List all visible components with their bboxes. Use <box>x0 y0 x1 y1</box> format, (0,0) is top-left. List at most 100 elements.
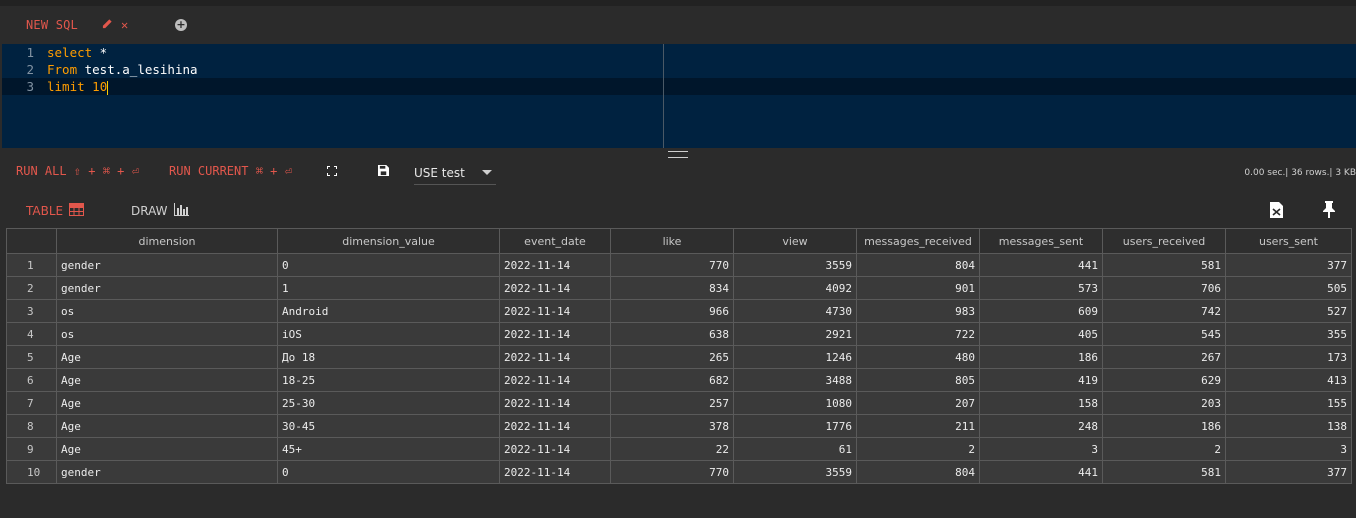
event-date-cell[interactable]: 2022-11-14 <box>499 460 611 484</box>
dimension-value-cell[interactable]: 18-25 <box>277 368 500 392</box>
users-received-cell[interactable]: 629 <box>1102 368 1226 392</box>
column-header-event-date[interactable]: event_date <box>499 228 611 254</box>
messages-received-cell[interactable]: 722 <box>856 322 980 346</box>
close-icon[interactable]: ✕ <box>121 18 128 32</box>
editor-line-3[interactable]: 3 limit 10 <box>2 78 1356 95</box>
resize-handle[interactable] <box>668 151 688 158</box>
view-cell[interactable]: 1246 <box>733 345 857 369</box>
table-row[interactable]: 7 Age 25-30 2022-11-14 257 1080 207 158 203 155 <box>6 391 1352 415</box>
messages-received-cell[interactable]: 207 <box>856 391 980 415</box>
row-index[interactable]: 4 <box>6 322 57 346</box>
users-sent-cell[interactable]: 155 <box>1225 391 1352 415</box>
draw-view-button[interactable]: DRAW <box>131 203 189 219</box>
column-header-messages-sent[interactable]: messages_sent <box>979 228 1103 254</box>
messages-received-cell[interactable]: 804 <box>856 460 980 484</box>
like-cell[interactable]: 770 <box>610 460 734 484</box>
view-cell[interactable]: 1080 <box>733 391 857 415</box>
users-received-cell[interactable]: 267 <box>1102 345 1226 369</box>
like-cell[interactable]: 257 <box>610 391 734 415</box>
messages-sent-cell[interactable]: 158 <box>979 391 1103 415</box>
table-row[interactable]: 6 Age 18-25 2022-11-14 682 3488 805 419 629 413 <box>6 368 1352 392</box>
column-header-users-received[interactable]: users_received <box>1102 228 1226 254</box>
event-date-cell[interactable]: 2022-11-14 <box>499 414 611 438</box>
event-date-cell[interactable]: 2022-11-14 <box>499 391 611 415</box>
table-row[interactable]: 3 os Android 2022-11-14 966 4730 983 609 742 527 <box>6 299 1352 323</box>
event-date-cell[interactable]: 2022-11-14 <box>499 322 611 346</box>
table-row[interactable]: 8 Age 30-45 2022-11-14 378 1776 211 248 186 138 <box>6 414 1352 438</box>
view-cell[interactable]: 3488 <box>733 368 857 392</box>
view-cell[interactable]: 2921 <box>733 322 857 346</box>
dimension-value-cell[interactable]: 1 <box>277 276 500 300</box>
row-index[interactable]: 8 <box>6 414 57 438</box>
messages-received-cell[interactable]: 983 <box>856 299 980 323</box>
users-sent-cell[interactable]: 377 <box>1225 460 1352 484</box>
like-cell[interactable]: 378 <box>610 414 734 438</box>
table-row[interactable]: 2 gender 1 2022-11-14 834 4092 901 573 706 505 <box>6 276 1352 300</box>
messages-received-cell[interactable]: 211 <box>856 414 980 438</box>
view-cell[interactable]: 4730 <box>733 299 857 323</box>
like-cell[interactable]: 22 <box>610 437 734 461</box>
messages-sent-cell[interactable]: 609 <box>979 299 1103 323</box>
dimension-value-cell[interactable]: 30-45 <box>277 414 500 438</box>
dimension-value-cell[interactable]: 0 <box>277 460 500 484</box>
messages-received-cell[interactable]: 901 <box>856 276 980 300</box>
view-cell[interactable]: 1776 <box>733 414 857 438</box>
messages-sent-cell[interactable]: 573 <box>979 276 1103 300</box>
table-row[interactable]: 4 os iOS 2022-11-14 638 2921 722 405 545 355 <box>6 322 1352 346</box>
dimension-cell[interactable]: gender <box>56 253 278 277</box>
dimension-value-cell[interactable]: 25-30 <box>277 391 500 415</box>
users-sent-cell[interactable]: 413 <box>1225 368 1352 392</box>
editor-line-1[interactable]: 1 select * <box>2 44 1356 61</box>
users-sent-cell[interactable]: 355 <box>1225 322 1352 346</box>
users-sent-cell[interactable]: 3 <box>1225 437 1352 461</box>
row-index[interactable]: 5 <box>6 345 57 369</box>
messages-sent-cell[interactable]: 441 <box>979 460 1103 484</box>
run-current-button[interactable]: RUN CURRENT ⌘ + ⏎ <box>169 164 292 178</box>
users-received-cell[interactable]: 203 <box>1102 391 1226 415</box>
column-header-like[interactable]: like <box>610 228 734 254</box>
row-index[interactable]: 2 <box>6 276 57 300</box>
editor-line-2[interactable]: 2 From test.a_lesihina <box>2 61 1356 78</box>
row-index[interactable]: 6 <box>6 368 57 392</box>
users-received-cell[interactable]: 742 <box>1102 299 1226 323</box>
row-index[interactable]: 3 <box>6 299 57 323</box>
messages-sent-cell[interactable]: 186 <box>979 345 1103 369</box>
table-row[interactable]: 9 Age 45+ 2022-11-14 22 61 2 3 2 3 <box>6 437 1352 461</box>
query-tab-label[interactable]: NEW SQL <box>26 18 78 32</box>
column-header-messages-received[interactable]: messages_received <box>856 228 980 254</box>
messages-received-cell[interactable]: 2 <box>856 437 980 461</box>
dimension-value-cell[interactable]: Android <box>277 299 500 323</box>
pin-icon[interactable] <box>1323 201 1335 221</box>
like-cell[interactable]: 966 <box>610 299 734 323</box>
column-header-view[interactable]: view <box>733 228 857 254</box>
event-date-cell[interactable]: 2022-11-14 <box>499 345 611 369</box>
pencil-icon[interactable] <box>102 18 113 32</box>
dimension-cell[interactable]: os <box>56 322 278 346</box>
view-cell[interactable]: 61 <box>733 437 857 461</box>
row-index[interactable]: 7 <box>6 391 57 415</box>
dimension-value-cell[interactable]: До 18 <box>277 345 500 369</box>
column-header-index[interactable] <box>6 228 57 254</box>
column-header-dimension-value[interactable]: dimension_value <box>277 228 500 254</box>
dimension-cell[interactable]: Age <box>56 437 278 461</box>
floppy-disk-icon[interactable] <box>378 165 389 179</box>
users-received-cell[interactable]: 2 <box>1102 437 1226 461</box>
table-row[interactable]: 10 gender 0 2022-11-14 770 3559 804 441 581 377 <box>6 460 1352 484</box>
run-all-button[interactable]: RUN ALL ⇧ + ⌘ + ⏎ <box>16 164 139 178</box>
table-row[interactable]: 5 Age До 18 2022-11-14 265 1246 480 186 267 173 <box>6 345 1352 369</box>
like-cell[interactable]: 834 <box>610 276 734 300</box>
like-cell[interactable]: 770 <box>610 253 734 277</box>
dimension-cell[interactable]: gender <box>56 276 278 300</box>
row-index[interactable]: 9 <box>6 437 57 461</box>
event-date-cell[interactable]: 2022-11-14 <box>499 253 611 277</box>
query-tab[interactable]: NEW SQL ✕ <box>14 6 128 44</box>
event-date-cell[interactable]: 2022-11-14 <box>499 299 611 323</box>
users-sent-cell[interactable]: 505 <box>1225 276 1352 300</box>
users-received-cell[interactable]: 186 <box>1102 414 1226 438</box>
dimension-cell[interactable]: Age <box>56 345 278 369</box>
like-cell[interactable]: 682 <box>610 368 734 392</box>
view-cell[interactable]: 4092 <box>733 276 857 300</box>
table-view-button[interactable]: TABLE <box>26 203 85 219</box>
event-date-cell[interactable]: 2022-11-14 <box>499 437 611 461</box>
messages-sent-cell[interactable]: 248 <box>979 414 1103 438</box>
